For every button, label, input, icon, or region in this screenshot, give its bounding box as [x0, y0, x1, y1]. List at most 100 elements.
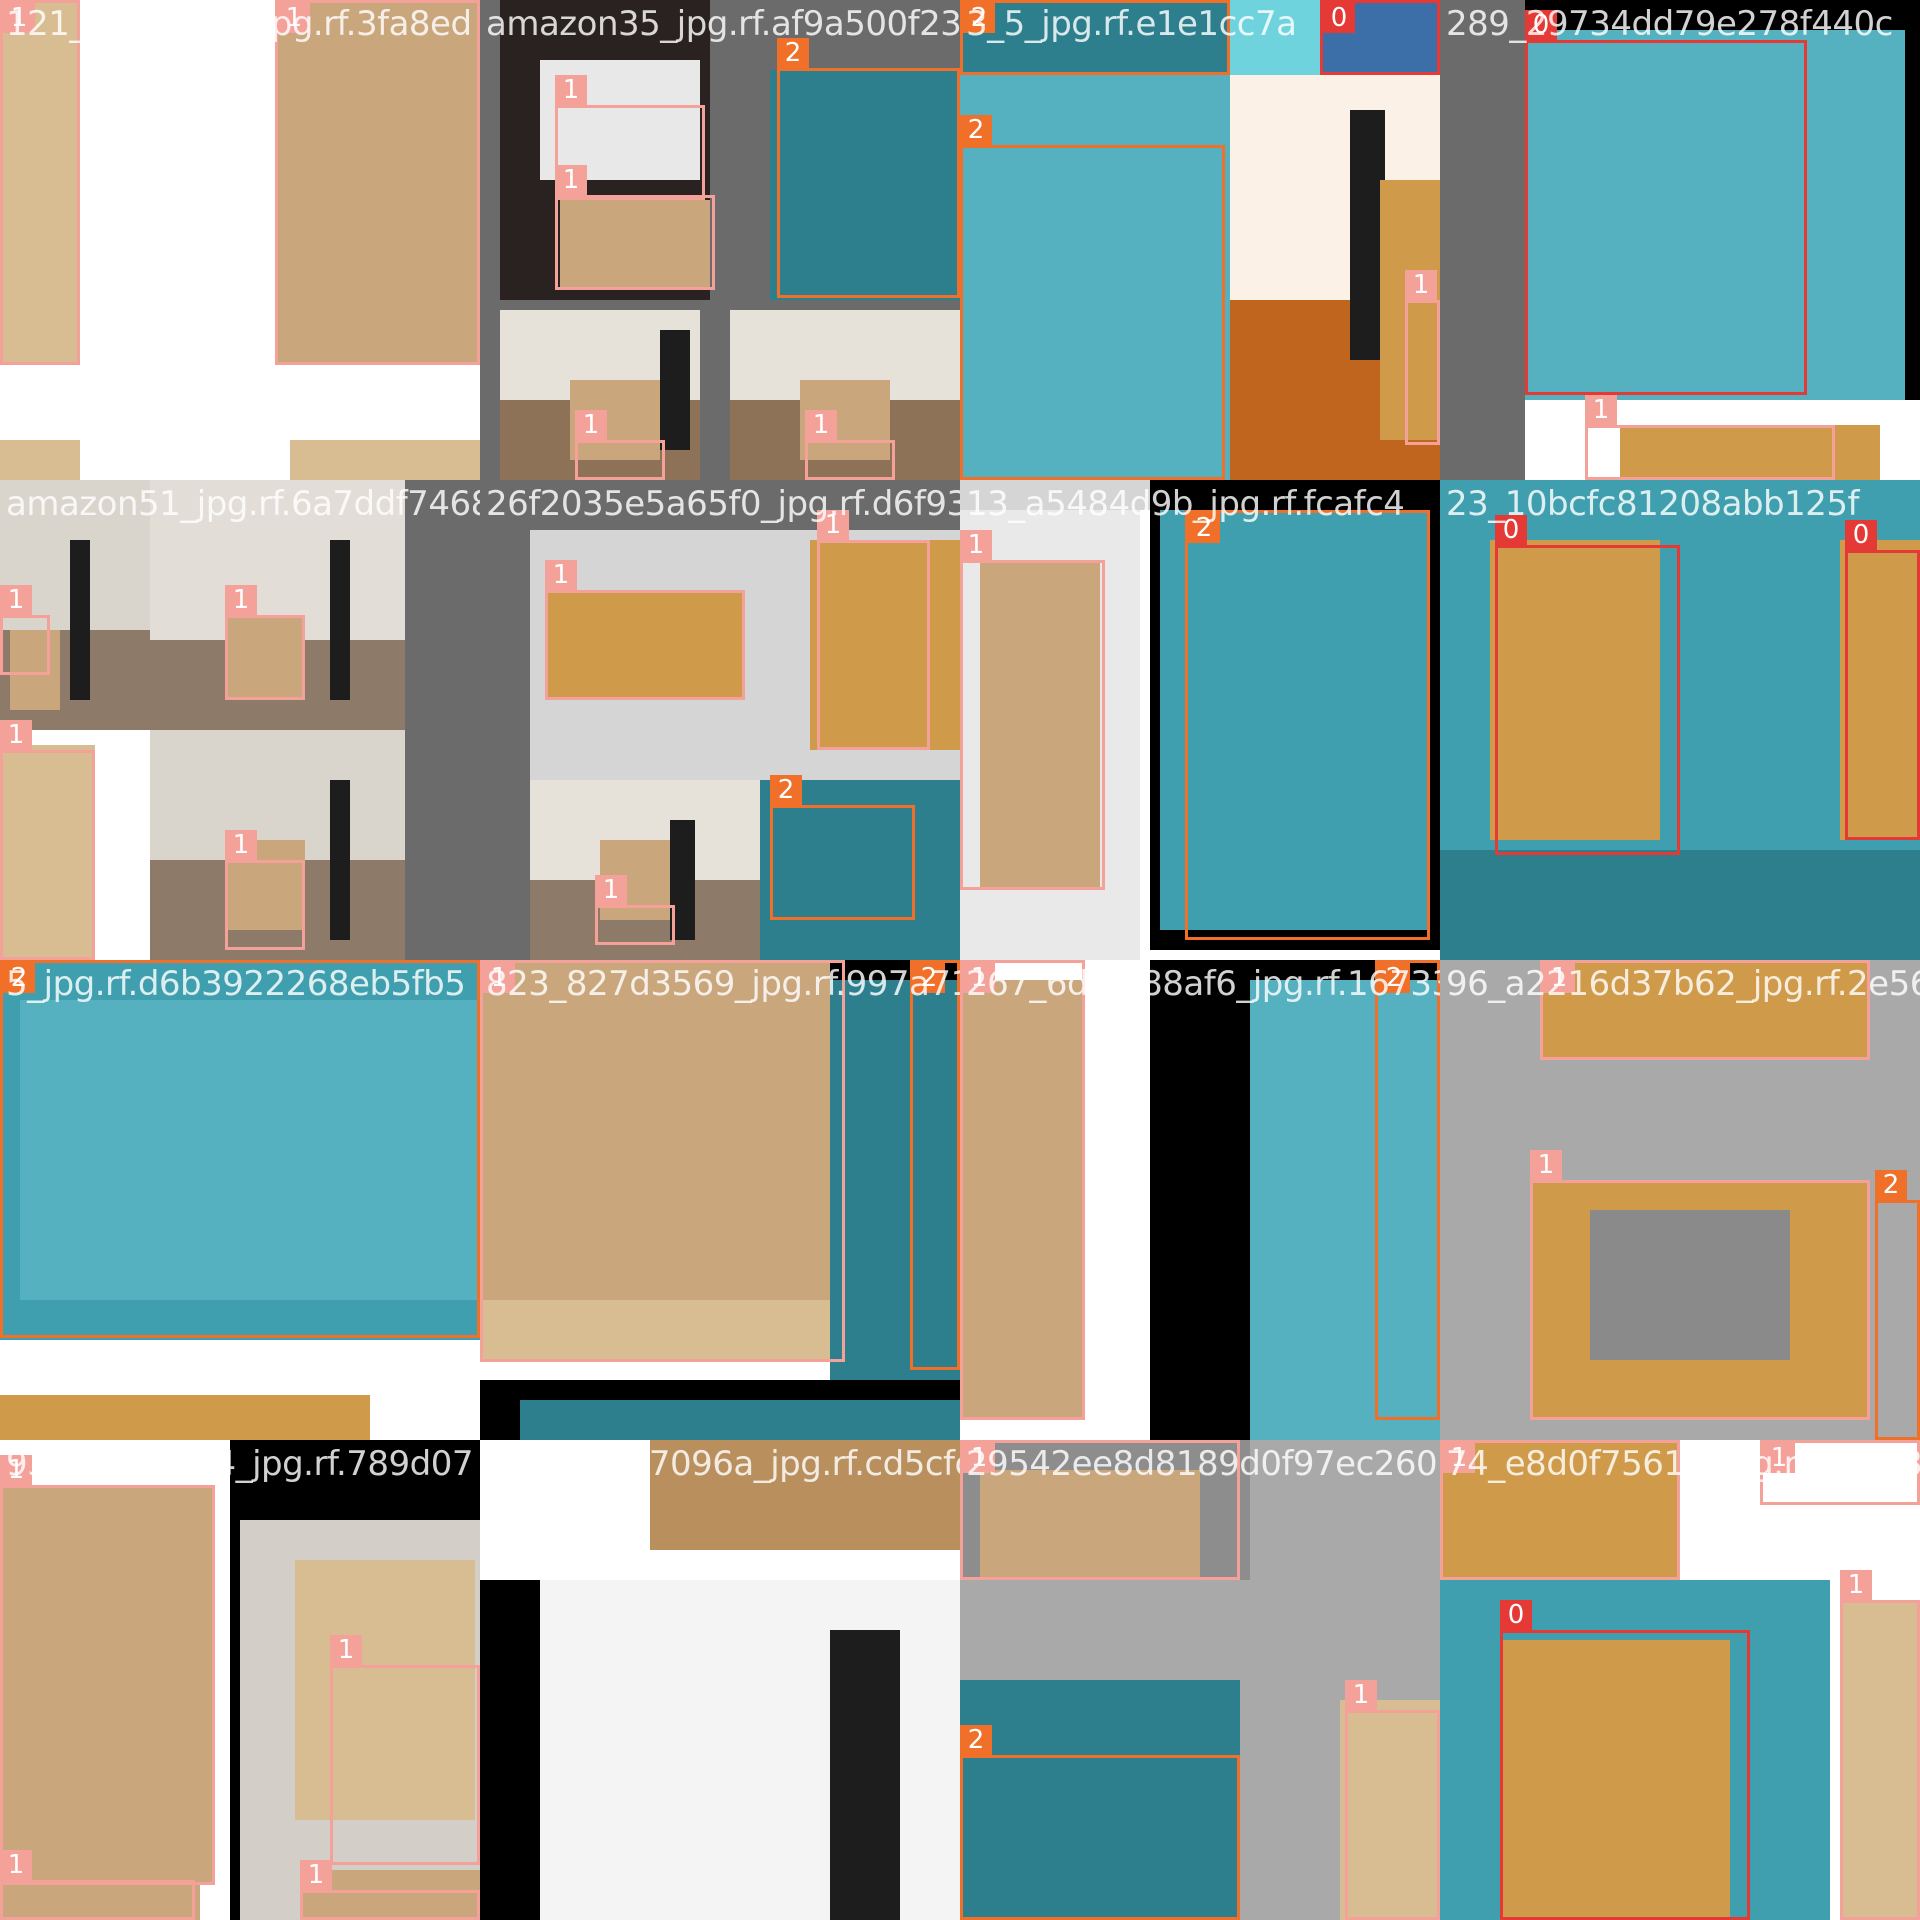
class-label-tag: 2	[963, 3, 995, 33]
mosaic-tile: 0 0 23_10bcfc81208abb125f	[1440, 480, 1920, 960]
class-label-tag: 1	[1345, 1680, 1377, 1710]
bounding-box-class-1: 1	[555, 165, 715, 290]
class-label-tag: 1	[960, 530, 992, 560]
bounding-box-class-1: 1	[275, 0, 480, 365]
mosaic-tile: 1 1 121_6711229f_jpg.rf.3fa8ed	[0, 0, 480, 480]
class-label-tag: 1	[0, 720, 32, 750]
class-label-tag: 0	[1525, 10, 1557, 40]
class-label-tag: 2	[913, 963, 945, 993]
image-region	[650, 1440, 960, 1550]
image-region	[290, 440, 480, 480]
bounding-box-class-1: 1	[960, 1440, 1240, 1580]
class-label-tag: 1	[817, 510, 849, 540]
bounding-box-class-1: 1	[300, 1860, 480, 1920]
class-label-tag: 1	[575, 410, 607, 440]
bounding-box-class-1: 1	[1405, 270, 1440, 445]
class-label-tag: 1	[0, 1850, 32, 1880]
mosaic-tile: 1 2 13_a5484d9b_jpg.rf.fcafc4	[960, 480, 1440, 960]
bounding-box-class-2: 2	[0, 960, 480, 1338]
bounding-box-class-1: 1	[595, 875, 675, 945]
bounding-box-class-0: 0	[1495, 515, 1680, 855]
class-label-tag: 2	[1378, 963, 1410, 993]
mosaic-tile: 1 1 2 1 26f2035e5a65f0_jpg.rf.d6f931	[480, 480, 960, 960]
bounding-box-class-2: 2	[770, 775, 915, 920]
class-label-tag: 2	[960, 115, 992, 145]
class-label-tag: 0	[1500, 1600, 1532, 1630]
class-label-tag: 1	[1543, 963, 1575, 993]
bounding-box-class-1: 1	[1345, 1680, 1440, 1920]
bounding-box-class-1: 1	[1440, 1440, 1680, 1580]
image-region	[70, 540, 90, 700]
tile-filename: 26f2035e5a65f0_jpg.rf.d6f931	[486, 484, 960, 524]
class-label-tag: 1	[963, 1443, 995, 1473]
class-label-tag: 2	[1875, 1170, 1907, 1200]
bounding-box-class-1: 1	[330, 1635, 480, 1865]
bounding-box-class-2: 2	[960, 115, 1225, 480]
image-region	[1230, 0, 1320, 75]
bounding-box-class-1: 1	[960, 530, 1105, 890]
class-label-tag: 1	[595, 875, 627, 905]
training-batch-mosaic: 1 1 121_6711229f_jpg.rf.3fa8ed 1 1 2 1 1 amazon3…	[0, 0, 1920, 1920]
mosaic-tile: 1 1 1 1 931_03f7bf34_jpg.rf.789d07	[0, 1440, 480, 1920]
image-region	[1090, 960, 1150, 1440]
bounding-box-class-1: 1	[545, 560, 745, 700]
image-region	[0, 1395, 370, 1440]
bounding-box-class-2: 2	[960, 1725, 1240, 1920]
bounding-box-class-1: 1	[1840, 1570, 1920, 1920]
class-label-tag: 1	[1443, 1443, 1475, 1473]
mosaic-tile: 1 1 2 1 1 amazon35_jpg.rf.af9a500f23	[480, 0, 960, 480]
mosaic-tile: 1 2 823_827d3569_jpg.rf.997a71	[480, 960, 960, 1440]
bounding-box-class-2: 2	[777, 38, 960, 298]
class-label-tag: 2	[3, 963, 35, 993]
image-region	[520, 1400, 960, 1440]
bounding-box-class-1: 1	[0, 720, 95, 960]
bounding-box-class-1: 1	[805, 410, 895, 480]
image-region	[0, 440, 80, 480]
image-region	[1440, 850, 1920, 960]
bounding-box-class-1: 1	[960, 960, 1085, 1420]
class-label-tag: 1	[1763, 1443, 1795, 1473]
mosaic-tile: 1 1 1 1 amazon51_jpg.rf.6a7ddf7468	[0, 480, 480, 960]
bounding-box-class-2: 2	[1185, 510, 1430, 940]
mosaic-tile: 1 1 0 1 74_e8d0f75617_jpg.rf.d2628	[1440, 1440, 1920, 1920]
mosaic-tile: 2 0 2 1 3_5_jpg.rf.e1e1cc7a	[960, 0, 1440, 480]
bounding-box-class-0: 0	[1845, 520, 1920, 840]
class-label-tag: 1	[805, 410, 837, 440]
mosaic-tile: 1 1 2 96_a2216d37b62_jpg.rf.2e562	[1440, 960, 1920, 1440]
class-label-tag: 2	[960, 1725, 992, 1755]
bounding-box-class-2: 2	[960, 0, 1230, 75]
bounding-box-class-1: 1	[1760, 1440, 1920, 1505]
class-label-tag: 1	[1405, 270, 1437, 300]
bounding-box-class-1: 1	[1530, 1150, 1870, 1420]
class-label-tag: 2	[770, 775, 802, 805]
mosaic-tile: 1 2 267_6d0ef88af6_jpg.rf.16733c	[960, 960, 1440, 1440]
bounding-box-class-0: 0	[1320, 0, 1440, 75]
image-region	[330, 780, 350, 940]
bounding-box-class-2: 2	[910, 960, 960, 1370]
bounding-box-class-1: 1	[0, 1850, 195, 1920]
class-label-tag: 1	[483, 963, 515, 993]
class-label-tag: 0	[1845, 520, 1877, 550]
bounding-box-class-1: 1	[1585, 395, 1835, 480]
class-label-tag: 1	[3, 3, 35, 33]
class-label-tag: 1	[225, 585, 257, 615]
bounding-box-class-1: 1	[225, 830, 305, 950]
bounding-box-class-2: 2	[1875, 1170, 1920, 1440]
class-label-tag: 1	[330, 1635, 362, 1665]
bounding-box-class-1: 1	[225, 585, 305, 700]
bounding-box-class-1: 1	[0, 585, 50, 675]
class-label-tag: 1	[225, 830, 257, 860]
class-label-tag: 1	[1585, 395, 1617, 425]
class-label-tag: 1	[1530, 1150, 1562, 1180]
bounding-box-class-1: 1	[0, 1455, 215, 1885]
class-label-tag: 1	[963, 963, 995, 993]
class-label-tag: 2	[1188, 513, 1220, 543]
mosaic-tile: 2 5_jpg.rf.d6b3922268eb5fb5	[0, 960, 480, 1440]
mosaic-tile: 1 2 1 29542ee8d8189d0f97ec260	[960, 1440, 1440, 1920]
image-region	[1440, 0, 1525, 480]
class-label-tag: 0	[1495, 515, 1527, 545]
mosaic-tile: 0 1 289_29734dd79e278f440c	[1440, 0, 1920, 480]
image-region	[330, 540, 350, 700]
class-label-tag: 0	[1323, 3, 1355, 33]
bounding-box-class-1: 1	[817, 510, 930, 750]
